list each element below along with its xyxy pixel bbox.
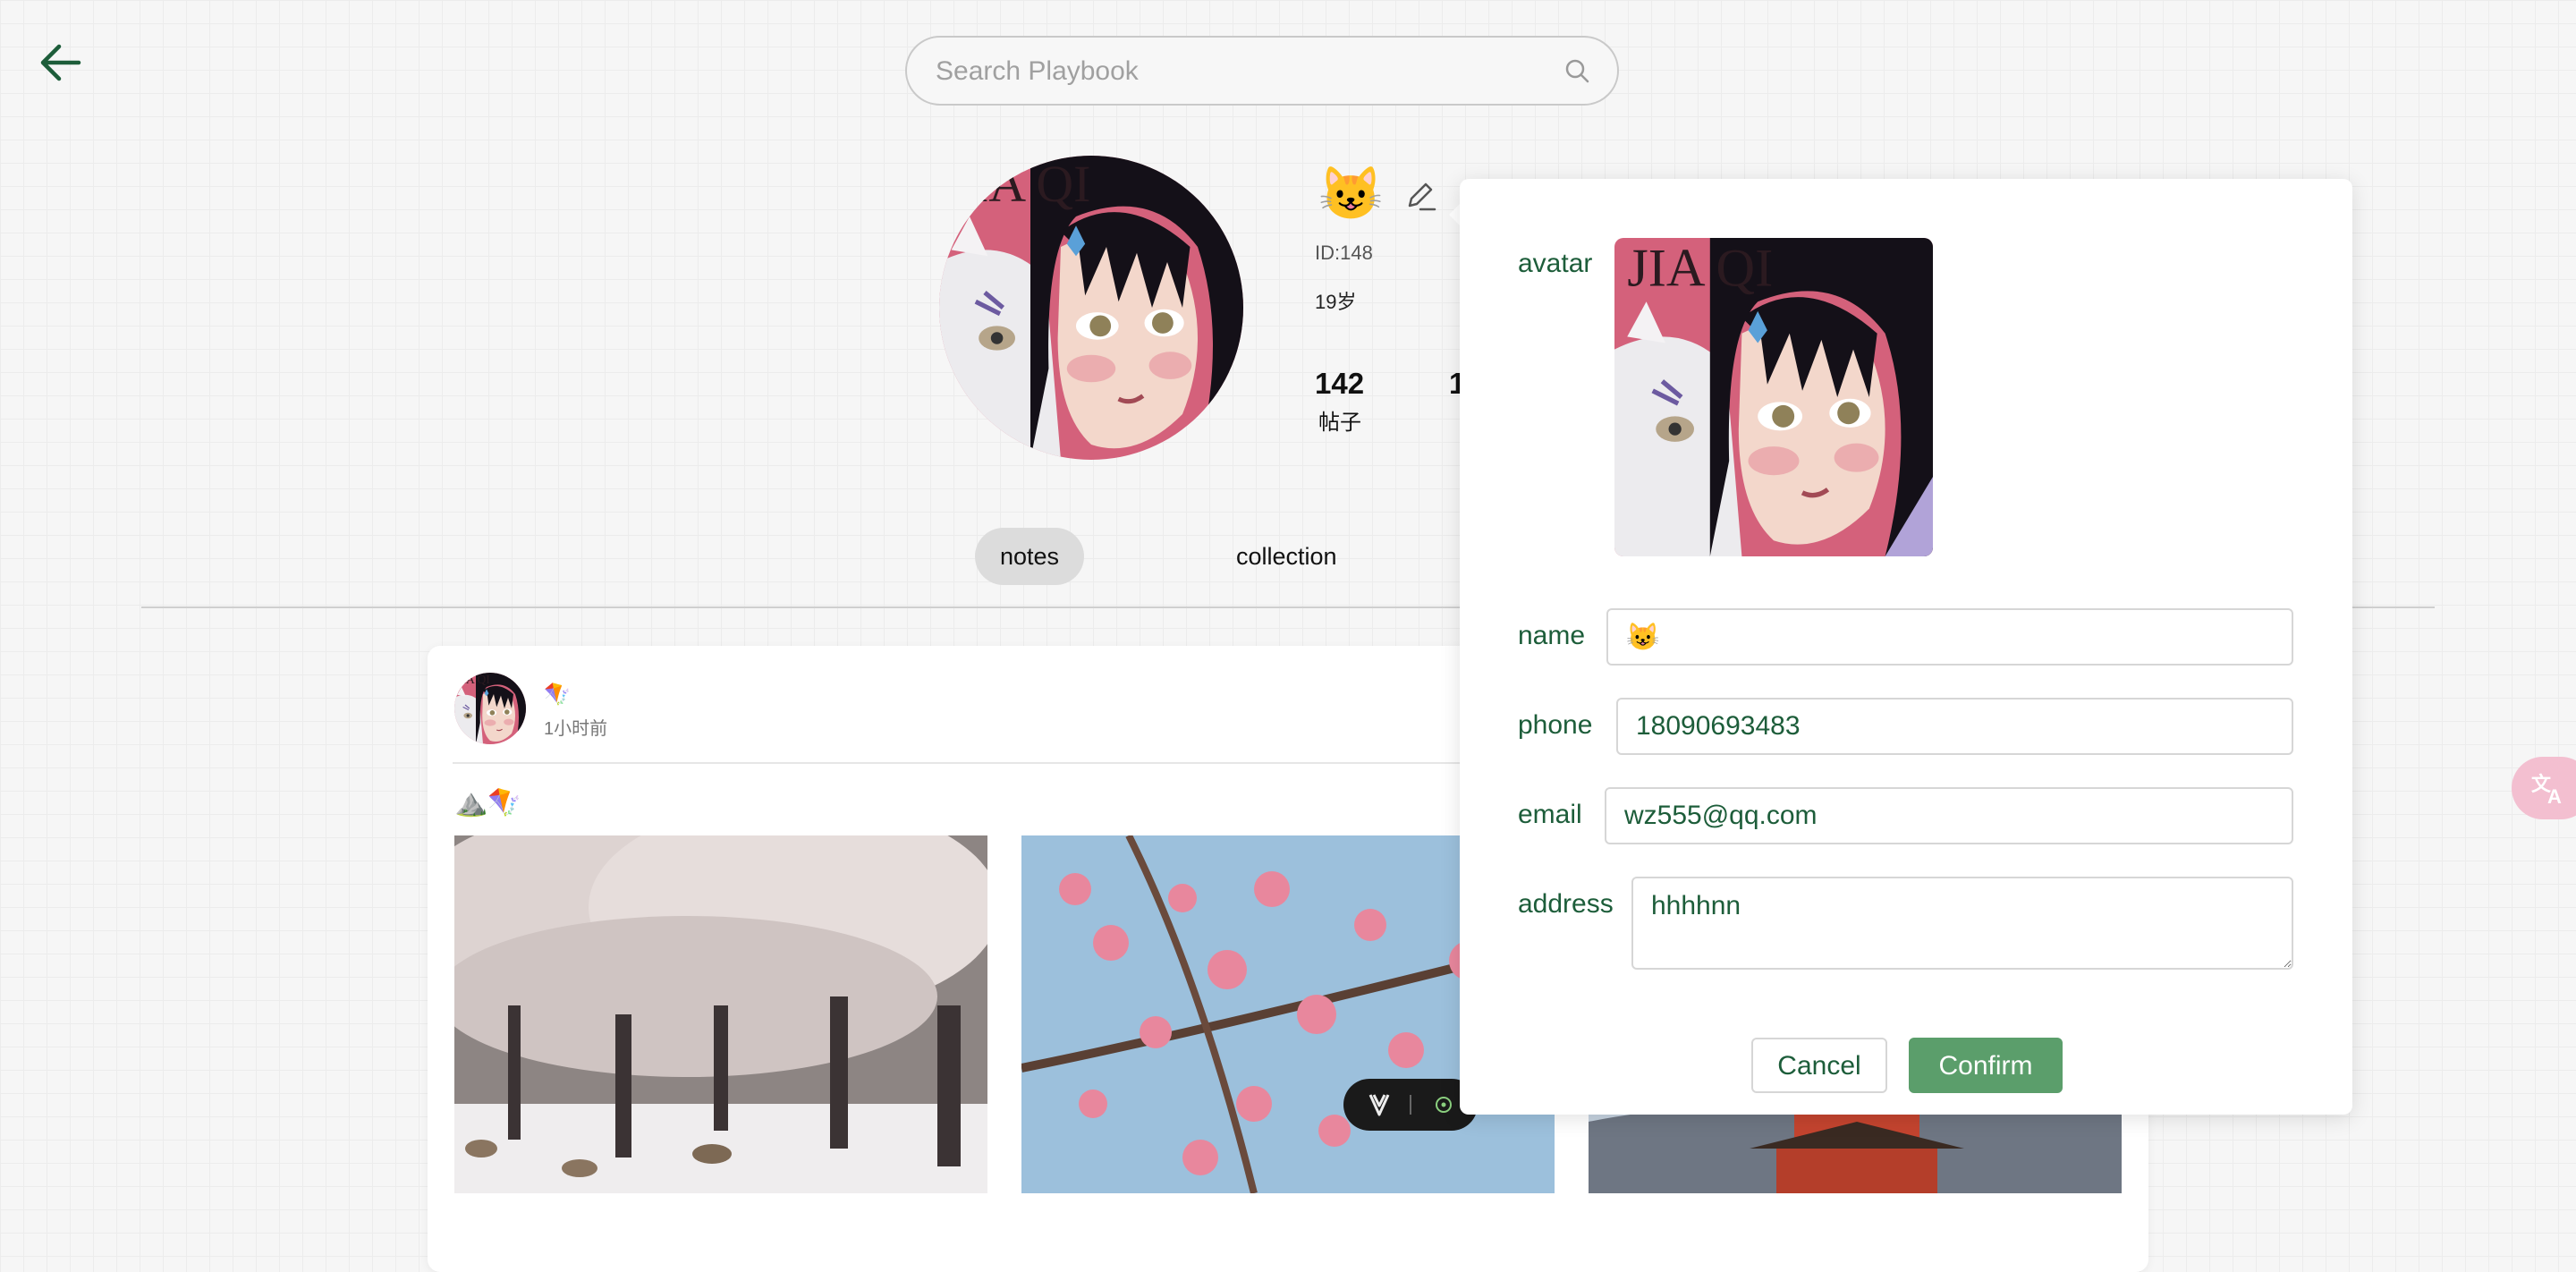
email-input[interactable] xyxy=(1605,787,2293,844)
stat-posts-label: 帖子 xyxy=(1318,411,1361,435)
post-author-avatar[interactable] xyxy=(454,673,526,744)
search-bar[interactable] xyxy=(905,36,1619,106)
avatar-label: avatar xyxy=(1518,249,1593,278)
back-arrow-icon[interactable] xyxy=(36,36,89,89)
svg-text:A: A xyxy=(2547,785,2562,808)
avatar-upload[interactable] xyxy=(1614,238,1933,556)
search-input[interactable] xyxy=(934,38,1546,106)
post-text: ⛰️🪁 xyxy=(454,788,521,818)
cancel-button[interactable]: Cancel xyxy=(1751,1038,1887,1093)
tab-notes[interactable]: notes xyxy=(975,528,1085,585)
confirm-button[interactable]: Confirm xyxy=(1909,1038,2063,1093)
stat-posts[interactable]: 142 帖子 xyxy=(1315,367,1364,436)
floating-toolbar[interactable] xyxy=(1343,1079,1478,1131)
translate-icon[interactable]: 文 A xyxy=(2512,757,2576,819)
post-time: 1小时前 xyxy=(544,719,608,739)
address-textarea[interactable]: hhhhnn xyxy=(1631,877,2293,970)
post-photo-1[interactable] xyxy=(454,835,987,1193)
profile-age: 19岁 xyxy=(1315,291,1357,313)
stat-posts-count: 142 xyxy=(1315,367,1365,400)
phone-input[interactable] xyxy=(1616,698,2293,755)
edit-icon[interactable] xyxy=(1402,179,1438,215)
phone-label: phone xyxy=(1518,710,1593,740)
post-author-name[interactable]: 🪁 xyxy=(544,682,571,708)
search-icon[interactable] xyxy=(1563,57,1590,84)
profile-id: ID:148 xyxy=(1315,242,1373,264)
name-label: name xyxy=(1518,621,1586,650)
name-input[interactable] xyxy=(1606,608,2293,666)
email-label: email xyxy=(1518,800,1582,829)
tab-collection[interactable]: collection xyxy=(1211,528,1362,585)
address-label: address xyxy=(1518,889,1614,919)
profile-avatar xyxy=(939,156,1243,460)
profile-name: 😺 xyxy=(1318,165,1384,223)
